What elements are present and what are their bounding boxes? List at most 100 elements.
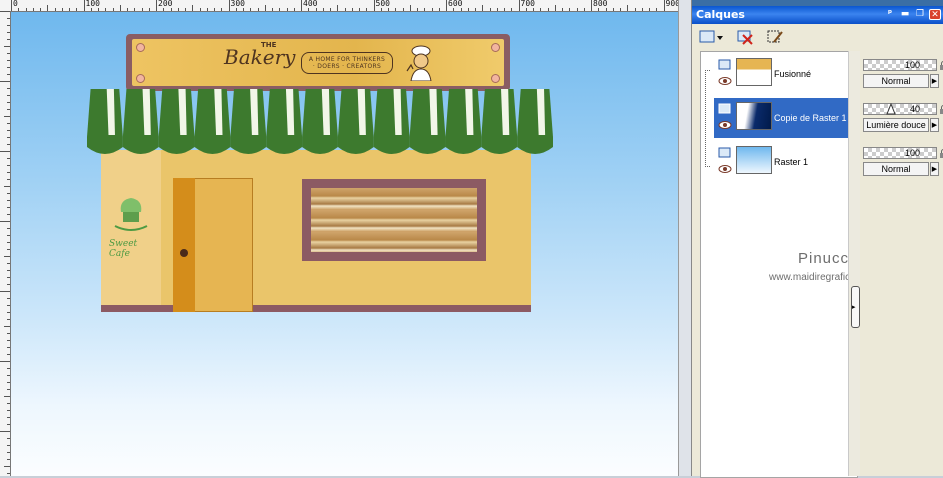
ruler-tick: [7, 473, 10, 474]
ruler-tick: [547, 8, 549, 11]
ruler-tick: [7, 172, 10, 173]
blend-mode-select[interactable]: Normal: [863, 74, 929, 88]
ruler-tick: [7, 403, 10, 404]
awning-scallop: [481, 89, 518, 154]
awning-scallop: [266, 89, 303, 154]
blend-mode-select[interactable]: Lumière douce: [863, 118, 929, 132]
ruler-tick: [525, 8, 527, 11]
opacity-slider[interactable]: 100: [863, 59, 937, 71]
slider-handle-icon[interactable]: [886, 103, 896, 115]
ruler-tick: [663, 0, 665, 11]
restore-button[interactable]: ❐: [914, 9, 926, 20]
bakery-sign-title: Bakery: [224, 45, 296, 69]
awning-scallop: [158, 89, 195, 154]
opacity-slider[interactable]: 40: [863, 103, 937, 115]
ruler-tick: [156, 0, 157, 11]
ruler-tick: [25, 8, 27, 11]
ruler-tick: [7, 375, 10, 376]
ruler-tick: [0, 221, 10, 222]
ruler-label: 900: [665, 0, 679, 8]
ruler-tick: [0, 361, 10, 362]
minimize-button[interactable]: ▬: [899, 9, 911, 20]
ruler-tick: [475, 8, 476, 11]
ruler-tick: [656, 8, 658, 11]
ruler-tick: [4, 186, 10, 187]
ruler-tick: [453, 8, 455, 11]
edit-selection-button[interactable]: [764, 27, 786, 47]
ruler-tick: [359, 8, 360, 11]
layer-type-icon: [718, 146, 732, 160]
ruler-tick: [7, 410, 10, 411]
expand-arrow-icon[interactable]: ▸: [852, 303, 856, 311]
ruler-tick: [7, 193, 10, 194]
layers-scrollbar[interactable]: ▸: [848, 51, 860, 476]
ruler-tick: [402, 8, 404, 11]
ruler-tick: [7, 109, 10, 110]
ruler-tick: [7, 319, 10, 320]
lock-icon[interactable]: [939, 149, 943, 159]
blend-mode-arrow-icon[interactable]: ▶: [930, 118, 939, 132]
ruler-tick: [7, 18, 10, 19]
vertical-ruler: [0, 11, 11, 476]
ruler-tick: [7, 340, 10, 341]
ruler-tick: [569, 8, 571, 11]
awning-scallop: [373, 89, 410, 154]
awning-scallop: [230, 89, 267, 154]
ruler-tick: [7, 445, 10, 446]
ruler-tick: [214, 8, 215, 11]
awning-scallop: [445, 89, 482, 154]
eye-icon[interactable]: [718, 120, 732, 134]
layer-row[interactable]: Fusionné: [714, 54, 857, 94]
ruler-tick: [337, 5, 339, 11]
eye-icon[interactable]: [718, 164, 732, 178]
delete-layer-icon: [737, 30, 753, 45]
panel-splitter[interactable]: [678, 0, 692, 476]
awning-scallop: [122, 89, 159, 154]
ruler-label: 0: [13, 0, 18, 8]
ruler-tick: [4, 396, 10, 397]
delete-layer-button[interactable]: [734, 27, 756, 47]
ruler-tick: [272, 8, 273, 11]
layer-name: Fusionné: [774, 69, 812, 79]
ruler-label: 200: [158, 0, 173, 8]
palette-title: Calques: [696, 8, 745, 21]
ruler-tick: [286, 8, 288, 11]
bakery-sign-tagline: A HOME FOR THINKERS · DOERS · CREATORS: [301, 52, 393, 74]
ruler-tick: [7, 242, 10, 243]
ruler-tick: [264, 5, 266, 11]
layer-row-selected[interactable]: Copie de Raster 1: [714, 98, 857, 138]
layer-row[interactable]: Raster 1: [714, 142, 857, 182]
blend-mode-select[interactable]: Normal: [863, 162, 929, 176]
ruler-tick: [0, 431, 10, 432]
ruler-tick: [482, 5, 484, 11]
ruler-tick: [322, 8, 324, 11]
ruler-tick: [518, 0, 520, 11]
palette-titlebar[interactable]: Calques ᵖ ▬ ❐ ✕: [692, 6, 943, 24]
lock-icon[interactable]: [939, 61, 943, 71]
ruler-tick: [7, 249, 10, 250]
layer-properties: 100 Normal ▶ 40 Lumière douce ▶ 100 Norm…: [860, 51, 943, 476]
opacity-slider[interactable]: 100: [863, 147, 937, 159]
ruler-tick: [496, 8, 498, 11]
ruler-tick: [330, 8, 331, 11]
ruler-tick: [7, 123, 10, 124]
ruler-tick: [417, 8, 418, 11]
cafe-logo-text: Sweet Cafe: [109, 239, 138, 259]
ruler-tick: [279, 8, 281, 11]
lock-icon[interactable]: [939, 105, 943, 115]
new-layer-button[interactable]: [697, 27, 725, 47]
awning-scallop: [517, 89, 553, 154]
eye-icon[interactable]: [718, 76, 732, 90]
ruler-tick: [61, 8, 63, 11]
blend-mode-arrow-icon[interactable]: ▶: [930, 162, 939, 176]
blend-mode-arrow-icon[interactable]: ▶: [930, 74, 939, 88]
layer-thumbnail: [736, 58, 772, 86]
pin-icon[interactable]: ᵖ: [884, 9, 896, 20]
image-canvas[interactable]: THE Bakery A HOME FOR THINKERS · DOERS ·…: [11, 12, 678, 476]
ruler-tick: [576, 8, 578, 11]
ruler-tick: [7, 130, 10, 131]
close-button[interactable]: ✕: [929, 9, 941, 20]
ruler-label: 600: [448, 0, 463, 8]
ruler-tick: [627, 5, 629, 11]
ruler-tick: [598, 8, 600, 11]
